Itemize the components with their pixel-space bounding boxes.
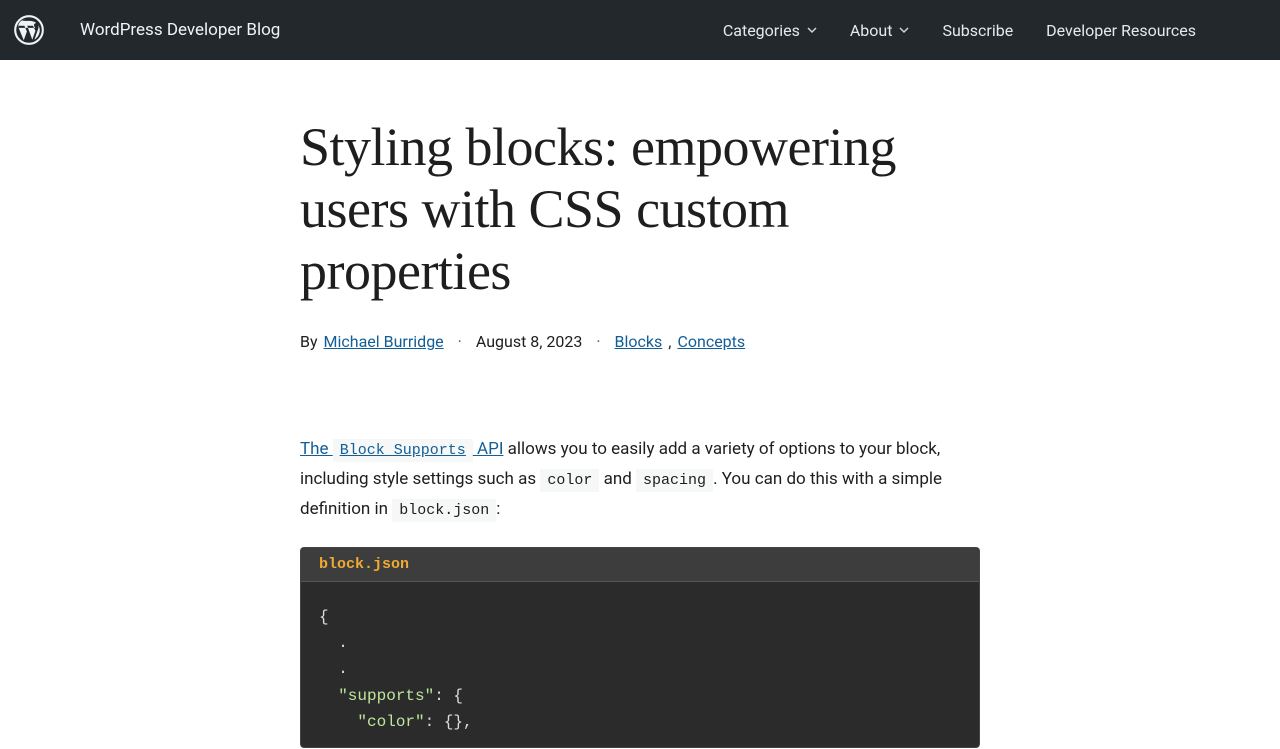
top-bar: WordPress Developer Blog Categories Abou… [0,0,1280,60]
code-block-filename: block.json [301,548,979,582]
code-block: block.json { . . "supports": { "color": … [300,547,980,749]
inline-code: Block Supports [333,439,473,462]
nav-dev-resources[interactable]: Developer Resources [1046,21,1196,40]
nav-subscribe[interactable]: Subscribe [942,21,1013,40]
primary-nav: Categories About Subscribe Developer Res… [723,21,1266,40]
header-left: WordPress Developer Blog [14,15,280,45]
nav-label: About [850,21,893,40]
post-date: August 8, 2023 [476,332,583,351]
intro-paragraph: The Block Supports API allows you to eas… [300,435,980,524]
inline-code: block.json [392,499,496,522]
inline-code: spacing [636,469,713,492]
nav-label: Developer Resources [1046,21,1196,40]
byline-prefix: By [300,332,318,351]
nav-categories[interactable]: Categories [723,21,817,40]
post-main: Styling blocks: empowering users with CS… [300,60,980,748]
code-block-body: { . . "supports": { "color": {}, [301,582,979,748]
chevron-down-icon [899,25,909,35]
meta-separator: · [596,332,600,351]
nav-label: Subscribe [942,21,1013,40]
inline-code: color [540,469,599,492]
author-link[interactable]: Michael Burridge [324,332,444,351]
site-title[interactable]: WordPress Developer Blog [80,20,280,40]
meta-separator: · [458,332,462,351]
nav-about[interactable]: About [850,21,910,40]
post-meta: By Michael Burridge · August 8, 2023 · B… [300,332,980,351]
category-link-concepts[interactable]: Concepts [677,332,745,351]
category-link-blocks[interactable]: Blocks [615,332,663,351]
comma: , [668,332,671,351]
chevron-down-icon [807,25,817,35]
post-title: Styling blocks: empowering users with CS… [300,116,980,302]
block-supports-api-link[interactable]: The Block Supports API [300,439,503,459]
nav-label: Categories [723,21,800,40]
wordpress-logo-icon[interactable] [14,15,44,45]
